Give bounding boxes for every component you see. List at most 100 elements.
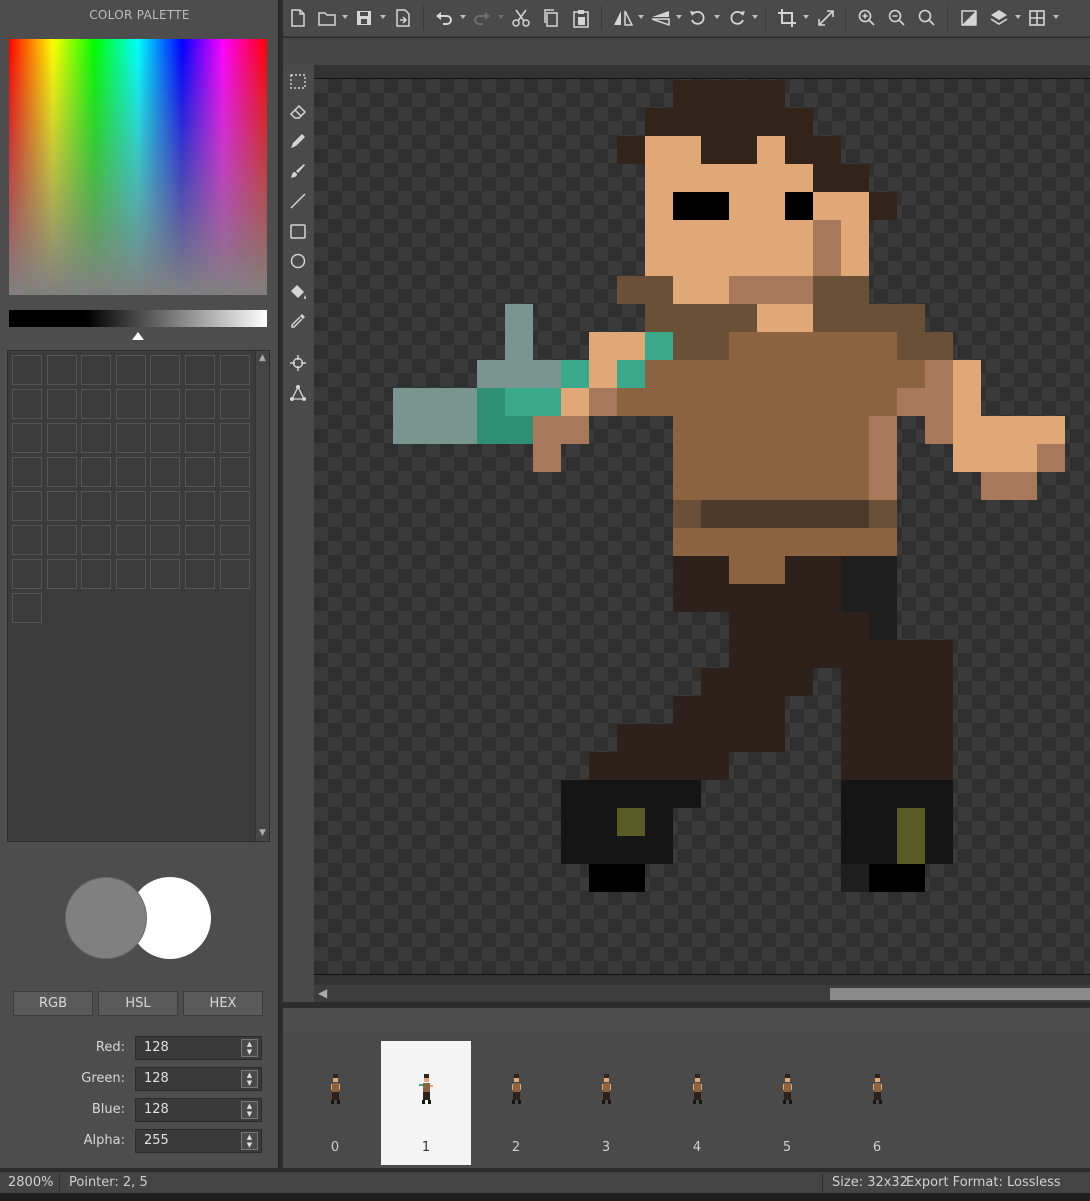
open-dropdown-icon[interactable] bbox=[342, 15, 348, 19]
red-input[interactable]: 128 ▲ ▼ bbox=[135, 1036, 262, 1060]
resize-icon[interactable] bbox=[817, 8, 835, 28]
rotate-right-dropdown-icon[interactable] bbox=[752, 15, 758, 19]
transform-icon[interactable] bbox=[288, 383, 308, 403]
palette-swatch[interactable] bbox=[219, 457, 250, 487]
palette-swatch[interactable] bbox=[150, 389, 181, 419]
export-icon[interactable] bbox=[395, 8, 411, 28]
timeline-frame-5[interactable]: 5 bbox=[742, 1041, 832, 1165]
palette-swatch[interactable] bbox=[81, 389, 112, 419]
palette-swatch[interactable] bbox=[184, 525, 215, 555]
blue-input[interactable]: 128 ▲ ▼ bbox=[135, 1098, 262, 1122]
palette-swatch[interactable] bbox=[46, 559, 77, 589]
palette-swatch[interactable] bbox=[81, 491, 112, 521]
red-spinner[interactable]: ▲ ▼ bbox=[241, 1039, 258, 1057]
palette-swatch[interactable] bbox=[46, 389, 77, 419]
timeline-frame-1[interactable]: 1 bbox=[381, 1041, 471, 1165]
palette-swatch[interactable] bbox=[115, 491, 146, 521]
flip-h-dropdown-icon[interactable] bbox=[638, 15, 644, 19]
rotate-left-icon[interactable] bbox=[689, 8, 707, 28]
palette-swatch[interactable] bbox=[219, 389, 250, 419]
open-folder-icon[interactable] bbox=[318, 8, 336, 28]
value-slider[interactable] bbox=[9, 310, 267, 327]
save-icon[interactable] bbox=[356, 8, 372, 28]
palette-swatch[interactable] bbox=[150, 491, 181, 521]
zoom-in-icon[interactable] bbox=[858, 8, 876, 28]
palette-swatch[interactable] bbox=[219, 559, 250, 589]
palette-swatch[interactable] bbox=[46, 355, 77, 385]
grid-dropdown-icon[interactable] bbox=[1053, 15, 1059, 19]
palette-swatch[interactable] bbox=[46, 491, 77, 521]
timeline-frame-0[interactable]: 0 bbox=[290, 1041, 380, 1165]
mask-icon[interactable] bbox=[960, 8, 978, 28]
brush-icon[interactable] bbox=[288, 161, 308, 181]
palette-swatch[interactable] bbox=[184, 457, 215, 487]
save-dropdown-icon[interactable] bbox=[380, 15, 386, 19]
redo-dropdown-icon[interactable] bbox=[498, 15, 504, 19]
palette-swatch[interactable] bbox=[184, 423, 215, 453]
palette-swatch[interactable] bbox=[184, 389, 215, 419]
paste-icon[interactable] bbox=[572, 8, 590, 28]
drawing-canvas[interactable] bbox=[314, 65, 1090, 985]
palette-swatch[interactable] bbox=[219, 525, 250, 555]
palette-swatch[interactable] bbox=[115, 457, 146, 487]
green-spinner[interactable]: ▲ ▼ bbox=[241, 1070, 258, 1088]
palette-swatch[interactable] bbox=[46, 423, 77, 453]
redo-icon[interactable] bbox=[473, 8, 491, 28]
timeline-frame-3[interactable]: 3 bbox=[561, 1041, 651, 1165]
alpha-spinner[interactable]: ▲ ▼ bbox=[241, 1132, 258, 1150]
select-rect-icon[interactable] bbox=[288, 71, 308, 91]
timeline-frame-2[interactable]: 2 bbox=[471, 1041, 561, 1165]
palette-swatch[interactable] bbox=[12, 491, 42, 521]
new-file-icon[interactable] bbox=[290, 8, 306, 28]
palette-swatch[interactable] bbox=[115, 355, 146, 385]
palette-swatch[interactable] bbox=[115, 389, 146, 419]
zoom-out-icon[interactable] bbox=[888, 8, 906, 28]
palette-swatch[interactable] bbox=[81, 525, 112, 555]
palette-swatch[interactable] bbox=[81, 457, 112, 487]
flip-vertical-icon[interactable] bbox=[651, 8, 671, 28]
layers-dropdown-icon[interactable] bbox=[1015, 15, 1021, 19]
rotate-left-dropdown-icon[interactable] bbox=[714, 15, 720, 19]
scroll-down-icon[interactable]: ▼ bbox=[258, 829, 267, 838]
palette-swatch[interactable] bbox=[12, 389, 42, 419]
blue-spinner[interactable]: ▲ ▼ bbox=[241, 1101, 258, 1119]
cut-icon[interactable] bbox=[512, 8, 530, 28]
palette-swatch[interactable] bbox=[219, 355, 250, 385]
palette-swatch[interactable] bbox=[12, 457, 42, 487]
palette-swatch[interactable] bbox=[81, 355, 112, 385]
palette-swatch[interactable] bbox=[184, 355, 215, 385]
canvas-horizontal-scrollbar[interactable]: ◀ bbox=[314, 985, 1090, 1002]
palette-swatch[interactable] bbox=[115, 525, 146, 555]
palette-swatch[interactable] bbox=[115, 423, 146, 453]
scrollbar-thumb[interactable] bbox=[830, 988, 1090, 1000]
flip-v-dropdown-icon[interactable] bbox=[676, 15, 682, 19]
color-spectrum-picker[interactable] bbox=[9, 39, 267, 295]
hsl-mode-button[interactable]: HSL bbox=[98, 991, 178, 1016]
rgb-mode-button[interactable]: RGB bbox=[13, 991, 93, 1016]
crosshair-icon[interactable] bbox=[288, 353, 308, 373]
flip-horizontal-icon[interactable] bbox=[613, 8, 633, 28]
scroll-up-icon[interactable]: ▲ bbox=[258, 354, 267, 363]
hex-mode-button[interactable]: HEX bbox=[183, 991, 263, 1016]
fill-bucket-icon[interactable] bbox=[288, 281, 308, 301]
palette-swatch[interactable] bbox=[46, 457, 77, 487]
palette-swatch[interactable] bbox=[12, 355, 42, 385]
undo-icon[interactable] bbox=[435, 8, 453, 28]
palette-swatch[interactable] bbox=[115, 559, 146, 589]
palette-swatch[interactable] bbox=[12, 593, 42, 623]
palette-swatch[interactable] bbox=[184, 491, 215, 521]
palette-swatch[interactable] bbox=[150, 355, 181, 385]
eraser-icon[interactable] bbox=[288, 101, 308, 121]
grid-icon[interactable] bbox=[1028, 8, 1046, 28]
eyedropper-icon[interactable] bbox=[288, 311, 308, 331]
undo-dropdown-icon[interactable] bbox=[460, 15, 466, 19]
crop-icon[interactable] bbox=[777, 8, 797, 28]
primary-color-swatch[interactable] bbox=[65, 877, 147, 959]
value-slider-thumb[interactable] bbox=[132, 332, 144, 340]
palette-swatch[interactable] bbox=[12, 423, 42, 453]
palette-swatch[interactable] bbox=[12, 559, 42, 589]
green-input[interactable]: 128 ▲ ▼ bbox=[135, 1067, 262, 1091]
copy-icon[interactable] bbox=[542, 8, 560, 28]
scroll-left-icon[interactable]: ◀ bbox=[318, 986, 327, 1000]
timeline-frame-4[interactable]: 4 bbox=[652, 1041, 742, 1165]
